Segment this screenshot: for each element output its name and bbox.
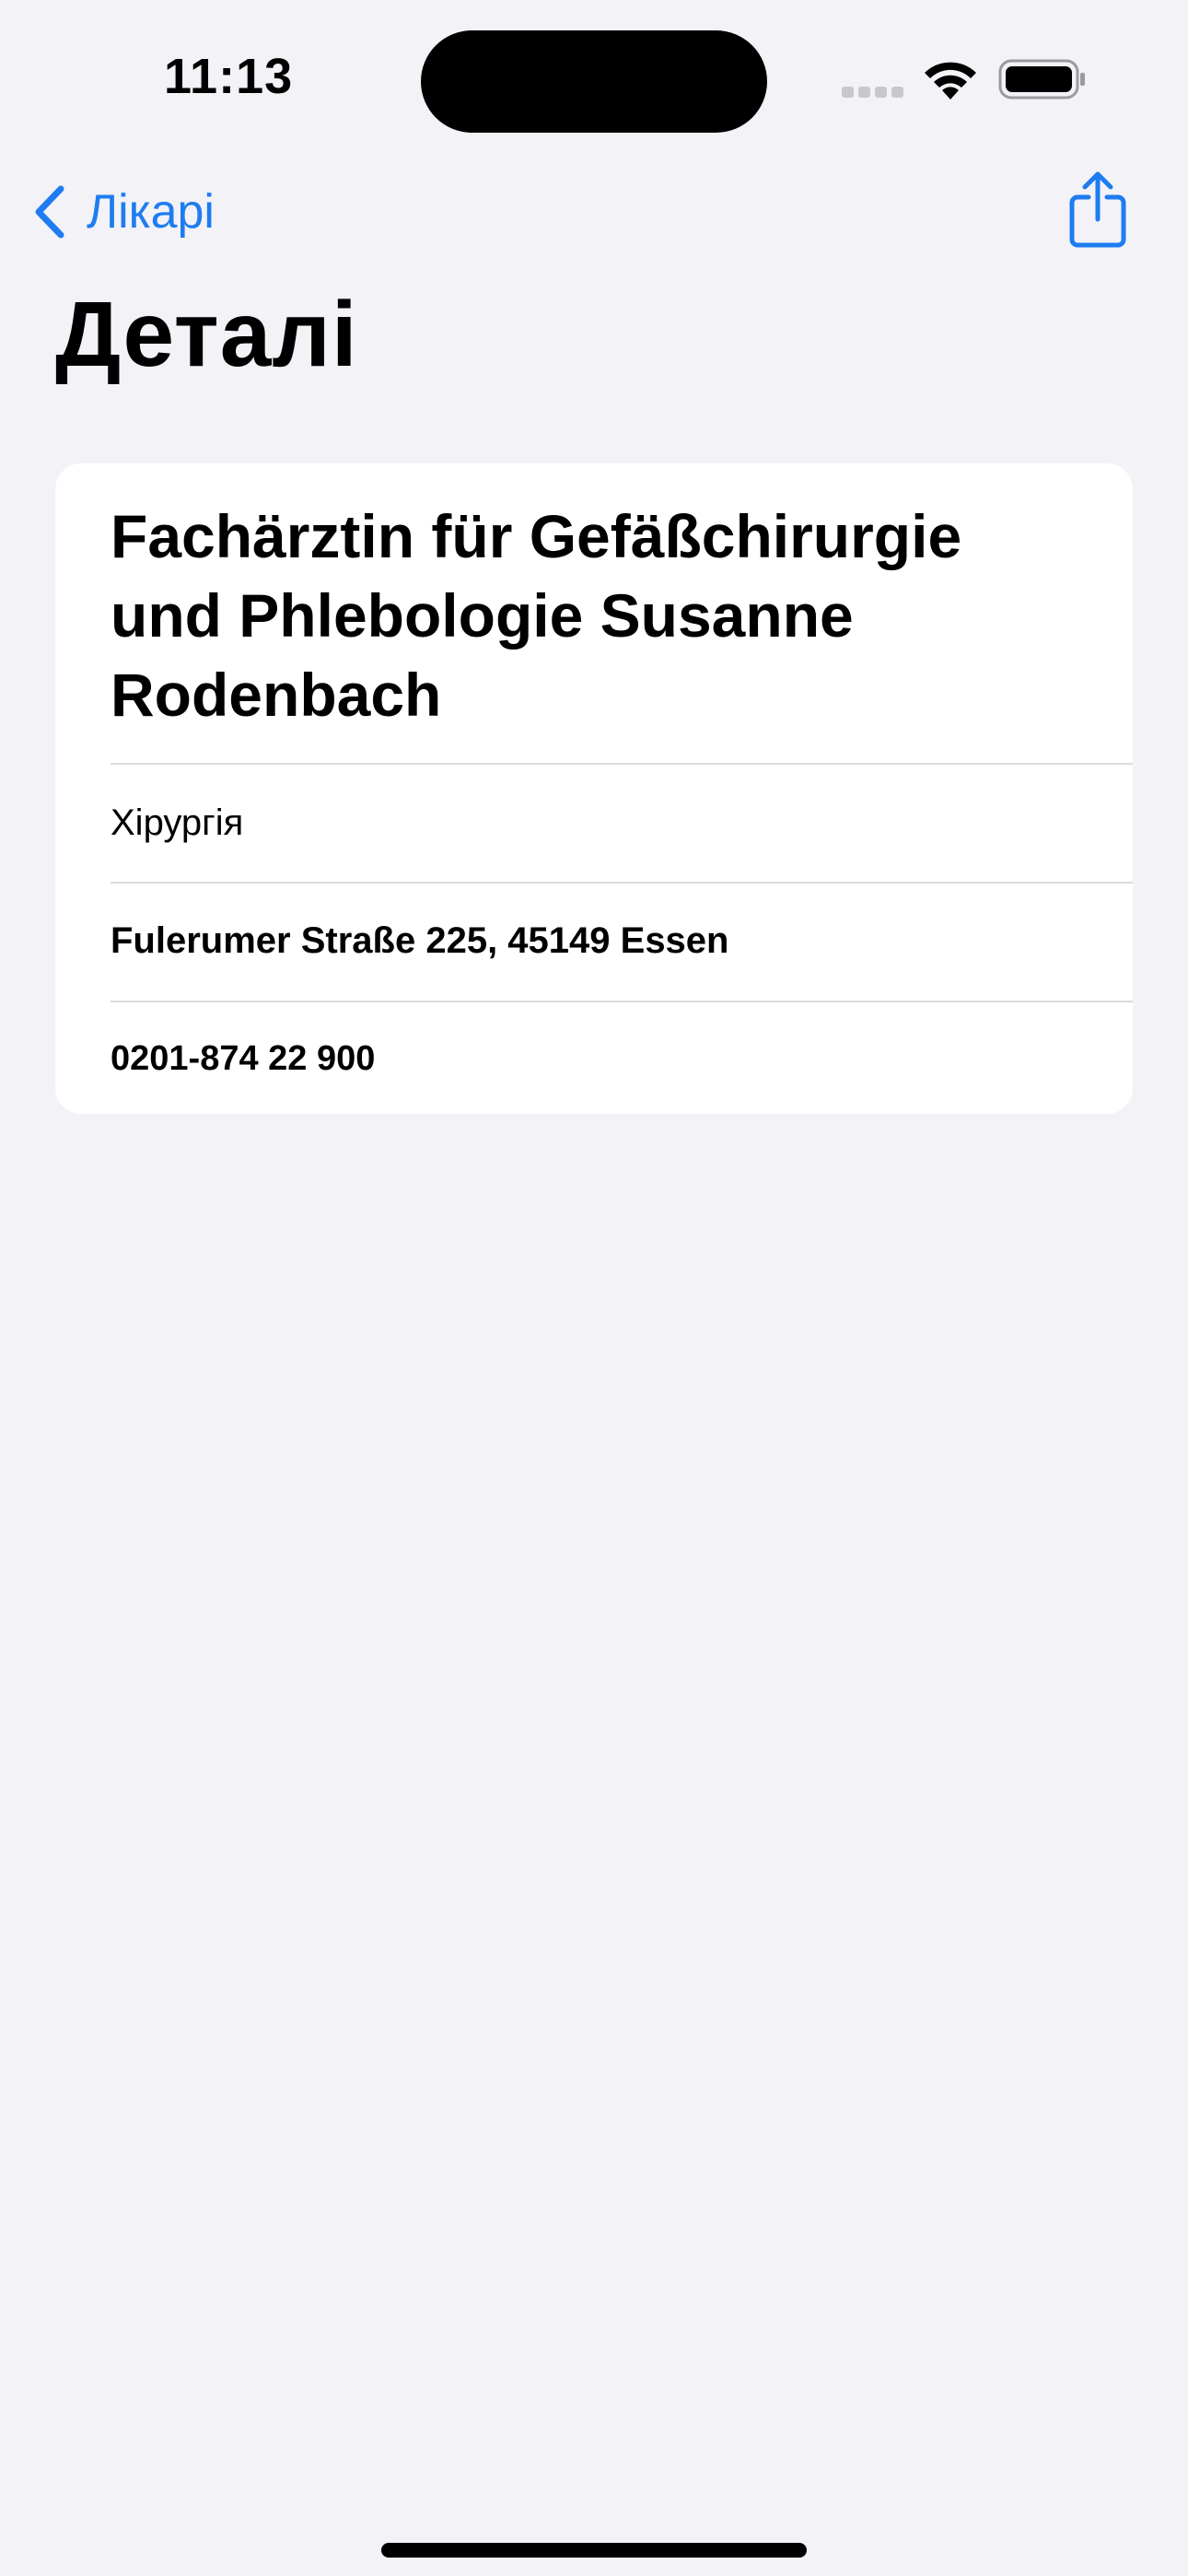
doctor-name: Fachärztin für Gefäßchirurgie und Phlebo… [111, 502, 962, 729]
back-button[interactable]: Лікарі [33, 175, 215, 249]
home-indicator[interactable] [381, 2543, 807, 2558]
back-button-label: Лікарі [87, 185, 215, 239]
status-bar: 11:13 [0, 0, 1188, 157]
status-time: 11:13 [164, 49, 294, 104]
doctor-phone[interactable]: 0201-874 22 900 [111, 1036, 1133, 1081]
divider [111, 882, 1133, 884]
navigation-bar: Лікарі [0, 157, 1188, 267]
chevron-left-icon [35, 185, 64, 239]
page-title: Деталі [55, 283, 358, 386]
divider [111, 1001, 1133, 1002]
wifi-icon [925, 62, 976, 100]
divider [111, 763, 1133, 765]
battery-icon [998, 59, 1085, 100]
share-icon[interactable] [1068, 170, 1127, 249]
doctor-details-card: Fachärztin für Gefäßchirurgie und Phlebo… [55, 463, 1133, 1114]
dynamic-island [421, 30, 767, 133]
doctor-address[interactable]: Fulerumer Straße 225, 45149 Essen [111, 919, 1133, 963]
doctor-specialty: Хірургія [111, 802, 244, 843]
cellular-signal-icon [842, 87, 903, 98]
